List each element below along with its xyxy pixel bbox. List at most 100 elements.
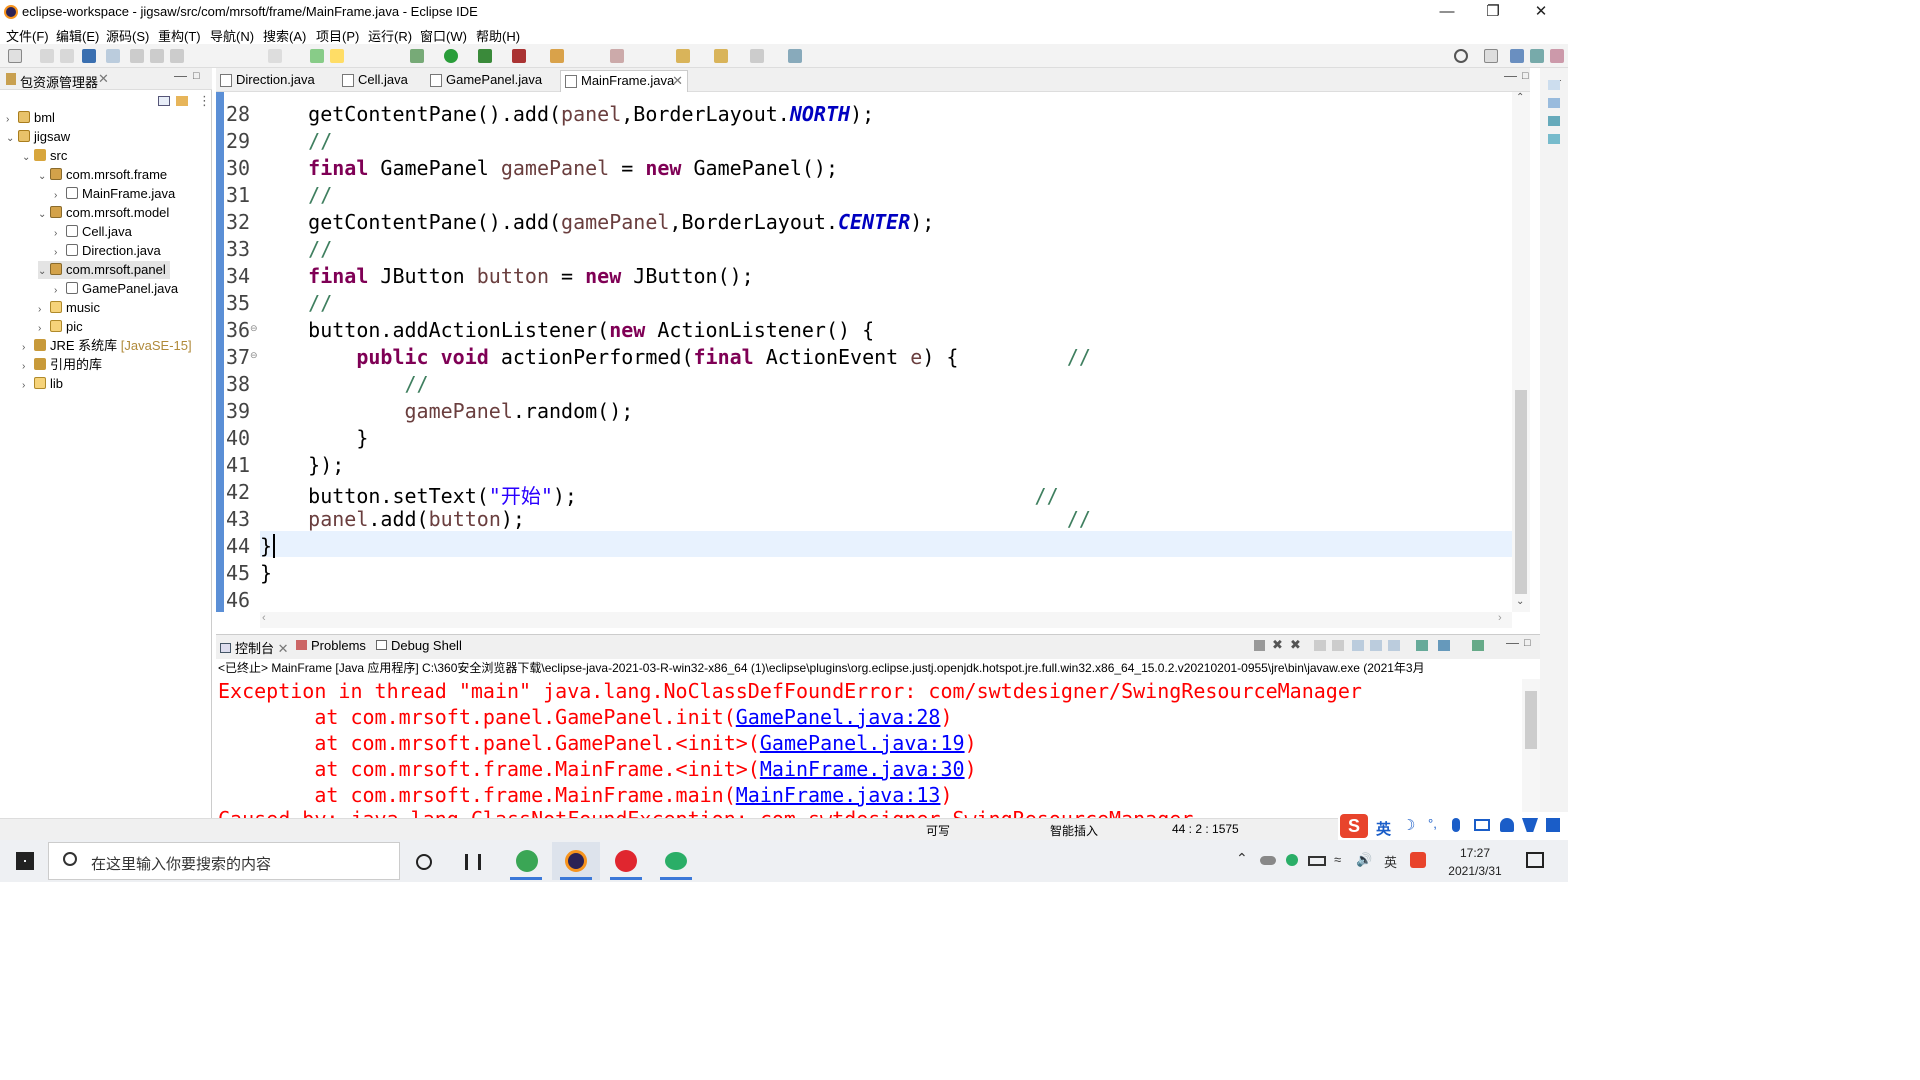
pin-console-icon[interactable] bbox=[1416, 640, 1428, 651]
battery-icon[interactable] bbox=[1308, 856, 1326, 866]
java-perspective-icon[interactable] bbox=[1510, 49, 1524, 63]
code-line[interactable]: // bbox=[260, 237, 332, 261]
console-scrollbar[interactable] bbox=[1522, 679, 1540, 819]
debug-icon[interactable] bbox=[410, 49, 424, 63]
code-line[interactable]: gamePanel.random(); bbox=[260, 399, 634, 423]
suspend-icon[interactable] bbox=[150, 49, 164, 63]
code-line[interactable]: panel.add(button); // bbox=[260, 507, 1091, 531]
tree-item-package-frame[interactable]: ⌄ com.mrsoft.frame bbox=[38, 166, 167, 184]
taskbar-app-ie[interactable] bbox=[502, 842, 550, 880]
minimize-view-icon[interactable]: — bbox=[174, 68, 187, 83]
forward-history-icon[interactable] bbox=[714, 49, 728, 63]
code-line[interactable]: button.addActionListener(new ActionListe… bbox=[260, 318, 874, 342]
menu-run[interactable]: 运行(R) bbox=[368, 26, 412, 45]
maximize-console-icon[interactable]: □ bbox=[1524, 637, 1531, 649]
taskbar-app-eclipse[interactable] bbox=[552, 842, 600, 880]
open-perspective-icon[interactable] bbox=[1484, 49, 1498, 63]
code-line[interactable]: final JButton button = new JButton(); bbox=[260, 264, 754, 288]
show-on-output-icon[interactable] bbox=[1370, 640, 1382, 651]
link-editor-icon[interactable] bbox=[176, 96, 188, 106]
package-explorer-title[interactable]: 包资源管理器 bbox=[20, 72, 98, 91]
task-view-button[interactable] bbox=[450, 842, 498, 880]
tab-debug-shell[interactable]: Debug Shell bbox=[376, 638, 462, 653]
code-line[interactable]: // bbox=[260, 372, 429, 396]
tab-direction-java[interactable]: Direction.java bbox=[216, 70, 334, 92]
scroll-left-icon[interactable]: ‹ bbox=[262, 612, 266, 624]
variables-view-icon[interactable] bbox=[1548, 98, 1560, 108]
view-menu-icon[interactable]: ⋮ bbox=[198, 93, 211, 109]
display-console-icon[interactable] bbox=[1438, 640, 1450, 651]
clear-console-icon[interactable] bbox=[1314, 640, 1326, 651]
tree-item-pic[interactable]: › pic bbox=[38, 318, 83, 336]
sogou-tray-icon[interactable] bbox=[1410, 852, 1426, 868]
tab-mainframe-java[interactable]: MainFrame.java ✕ bbox=[560, 70, 688, 92]
run-icon[interactable] bbox=[444, 49, 458, 63]
tab-problems[interactable]: Problems bbox=[296, 638, 366, 653]
fold-icon[interactable]: ⊖ bbox=[250, 350, 258, 361]
taskbar-search-box[interactable]: 在这里输入你要搜索的内容 bbox=[48, 842, 400, 880]
debug-perspective-icon[interactable] bbox=[1530, 49, 1544, 63]
wifi-icon[interactable]: ≈ bbox=[1334, 852, 1341, 867]
tree-item-package-panel[interactable]: ⌄ com.mrsoft.panel bbox=[38, 261, 170, 279]
skip-breakpoints-icon[interactable] bbox=[106, 49, 120, 63]
stack-trace-link[interactable]: GamePanel.java:28 bbox=[736, 705, 941, 729]
outline-view-icon[interactable] bbox=[1548, 80, 1560, 90]
show-on-error-icon[interactable] bbox=[1388, 640, 1400, 651]
console-scroll-thumb[interactable] bbox=[1525, 691, 1537, 749]
microphone-icon[interactable] bbox=[1452, 818, 1460, 832]
show-hidden-icons[interactable]: ⌃ bbox=[1236, 850, 1248, 867]
tree-item-jre[interactable]: › JRE 系统库 [JavaSE-15] bbox=[22, 337, 192, 355]
maximize-view-icon[interactable]: □ bbox=[193, 70, 200, 82]
back-icon[interactable] bbox=[676, 49, 690, 63]
moon-icon[interactable]: ☽ bbox=[1402, 816, 1415, 834]
menu-navigate[interactable]: 导航(N) bbox=[210, 26, 254, 45]
code-line-current[interactable]: } bbox=[260, 534, 276, 558]
menu-search[interactable]: 搜索(A) bbox=[263, 26, 306, 45]
new-java-project-icon[interactable] bbox=[550, 49, 564, 63]
expressions-view-icon[interactable] bbox=[1548, 134, 1560, 144]
minimize-button[interactable]: — bbox=[1424, 0, 1470, 24]
scroll-lock-icon[interactable] bbox=[1332, 640, 1344, 651]
code-line[interactable]: }); bbox=[260, 453, 344, 477]
scroll-right-icon[interactable]: › bbox=[1498, 612, 1502, 624]
tray-ime-language[interactable]: 英 bbox=[1384, 852, 1397, 871]
tree-item-mainframe-java[interactable]: › MainFrame.java bbox=[54, 185, 175, 203]
code-line[interactable]: } bbox=[260, 426, 368, 450]
search-icon[interactable] bbox=[1454, 49, 1468, 63]
code-line[interactable]: button.setText("开始"); // bbox=[260, 480, 1058, 509]
menu-window[interactable]: 窗口(W) bbox=[420, 26, 467, 45]
tab-gamepanel-java[interactable]: GamePanel.java bbox=[426, 70, 556, 92]
terminal-icon[interactable] bbox=[82, 49, 96, 63]
volume-icon[interactable]: 🔊 bbox=[1356, 852, 1372, 868]
tree-item-jigsaw[interactable]: ⌄ jigsaw bbox=[6, 128, 70, 146]
tree-item-direction-java[interactable]: › Direction.java bbox=[54, 242, 161, 260]
fold-icon[interactable]: ⊖ bbox=[250, 323, 258, 334]
menu-file[interactable]: 文件(F) bbox=[6, 26, 49, 45]
skin-icon[interactable] bbox=[1522, 818, 1538, 832]
wechat-tray-icon[interactable] bbox=[1286, 854, 1298, 866]
menu-help[interactable]: 帮助(H) bbox=[476, 26, 520, 45]
user-icon[interactable] bbox=[1500, 818, 1514, 832]
stack-trace-link[interactable]: MainFrame.java:30 bbox=[760, 757, 965, 781]
tree-item-referenced-libs[interactable]: › 引用的库 bbox=[22, 356, 102, 374]
menu-refactor[interactable]: 重构(T) bbox=[158, 26, 201, 45]
code-line[interactable]: public void actionPerformed(final Action… bbox=[260, 345, 1091, 369]
close-tab-icon[interactable]: ✕ bbox=[672, 71, 683, 91]
resume-icon[interactable] bbox=[130, 49, 144, 63]
close-button[interactable]: ✕ bbox=[1518, 0, 1564, 24]
open-console-icon[interactable] bbox=[1472, 640, 1484, 651]
editor-scroll-thumb[interactable] bbox=[1515, 390, 1527, 594]
open-type-icon[interactable] bbox=[268, 49, 282, 63]
close-tab-icon[interactable]: ✕ bbox=[278, 641, 289, 656]
scroll-up-icon[interactable]: ⌃ bbox=[1516, 92, 1524, 103]
highlight-icon[interactable] bbox=[330, 49, 344, 63]
punctuation-icon[interactable]: °, bbox=[1428, 816, 1437, 831]
code-line[interactable]: // bbox=[260, 183, 332, 207]
collapse-all-icon[interactable] bbox=[158, 96, 170, 106]
toolbox-icon[interactable] bbox=[1546, 818, 1560, 832]
remove-all-icon[interactable]: ✖ bbox=[1290, 637, 1301, 653]
pin-editor-icon[interactable] bbox=[788, 49, 802, 63]
save-icon[interactable] bbox=[40, 49, 54, 63]
menu-source[interactable]: 源码(S) bbox=[106, 26, 149, 45]
menu-edit[interactable]: 编辑(E) bbox=[56, 26, 99, 45]
